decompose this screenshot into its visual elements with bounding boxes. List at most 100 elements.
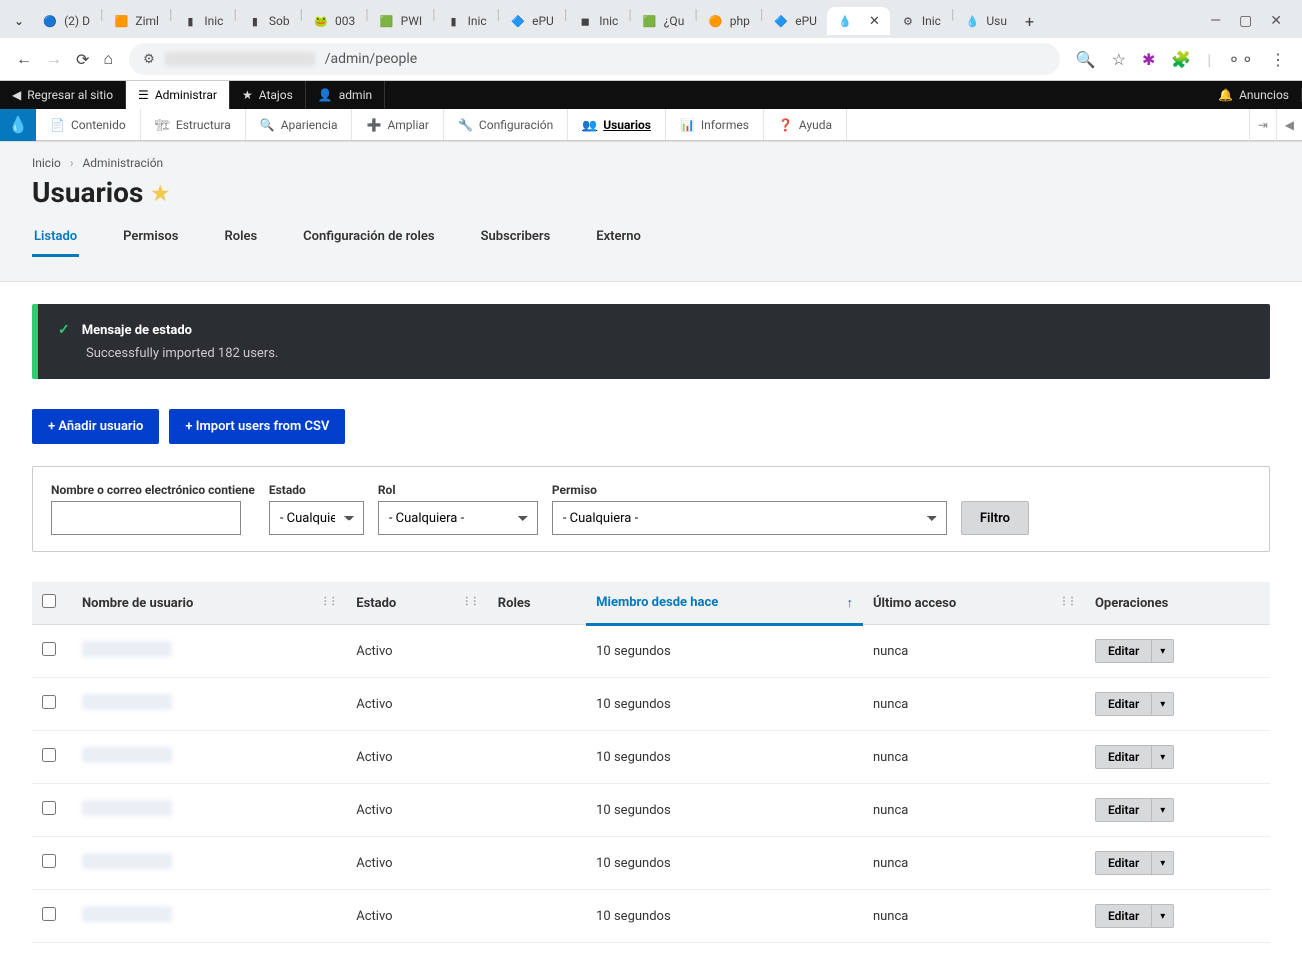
edit-button[interactable]: Editar [1095,745,1152,769]
cell-member-since: 10 segundos [586,731,863,784]
edit-button[interactable]: Editar [1095,904,1152,928]
shortcuts-link[interactable]: ★ Atajos [230,81,306,109]
local-tab[interactable]: Permisos [121,219,180,257]
admin-menu-item[interactable]: 🔧Configuración [444,109,568,140]
cell-status: Activo [346,625,488,678]
username-blurred[interactable] [82,694,172,710]
admin-menu-item[interactable]: ❓Ayuda [764,109,847,140]
username-blurred[interactable] [82,800,172,816]
site-settings-icon[interactable]: ⚙ [143,52,155,67]
local-tab[interactable]: Listado [32,219,79,257]
profile-icon[interactable]: ⚬⚬ [1227,50,1254,69]
edit-dropdown[interactable]: ▾ [1152,692,1174,716]
browser-tab[interactable]: 🔵(2) D [32,7,100,35]
reload-button[interactable]: ⟳ [76,50,89,69]
browser-tab[interactable]: 🟧Ziml [103,7,169,35]
browser-tab[interactable]: 💧Usu [954,7,1017,35]
col-last-access[interactable]: Último acceso⋮⋮ [863,582,1085,625]
close-window-button[interactable]: ✕ [1270,13,1282,29]
edit-dropdown[interactable]: ▾ [1152,639,1174,663]
favorite-star-icon[interactable]: ★ [151,181,169,205]
username-blurred[interactable] [82,747,172,763]
col-status[interactable]: Estado⋮⋮ [346,582,488,625]
breadcrumb-admin[interactable]: Administración [82,156,163,170]
col-member-since[interactable]: Miembro desde hace↑ [586,582,863,625]
back-to-site-link[interactable]: ◀ Regresar al sitio [0,81,126,109]
col-username[interactable]: Nombre de usuario⋮⋮ [72,582,346,625]
browser-tab[interactable]: 🐸003 [303,7,365,35]
filter-button[interactable]: Filtro [961,501,1029,535]
home-button[interactable]: ⌂ [103,49,113,69]
edit-button[interactable]: Editar [1095,798,1152,822]
state-filter-select[interactable]: - Cualquiera - [269,501,364,535]
local-tab[interactable]: Externo [594,219,643,257]
cell-member-since: 10 segundos [586,837,863,890]
admin-menu-item[interactable]: 📄Contenido [36,109,141,140]
browser-tab[interactable]: ▮Inic [436,7,497,35]
menu-collapse-toggle[interactable]: ◀ [1276,109,1302,141]
row-checkbox[interactable] [42,907,56,921]
browser-tab[interactable]: 🔷ePU [500,7,564,35]
url-field[interactable]: ⚙ /admin/people [129,43,1060,75]
user-menu[interactable]: 👤 admin [306,81,385,109]
admin-menu-item[interactable]: 🔍Apariencia [246,109,353,140]
minimize-button[interactable]: — [1210,13,1221,29]
edit-button[interactable]: Editar [1095,851,1152,875]
name-filter-input[interactable] [51,501,241,535]
forward-button[interactable]: → [46,49,62,69]
row-checkbox[interactable] [42,695,56,709]
row-checkbox[interactable] [42,801,56,815]
admin-menu-item[interactable]: ➕Ampliar [352,109,443,140]
admin-menu-item[interactable]: 📊Informes [666,109,764,140]
new-tab-button[interactable]: + [1017,8,1042,35]
menu-icon[interactable]: ⋮ [1270,50,1286,69]
browser-tab[interactable]: 🟠php [698,7,760,35]
tab-dropdown[interactable]: ⌄ [6,14,32,28]
add-user-button[interactable]: + Añadir usuario [32,409,159,444]
menu-item-icon: 📄 [50,118,65,132]
username-blurred[interactable] [82,641,172,657]
drupal-logo[interactable]: 💧 [0,109,36,141]
browser-tab[interactable]: 🟩PWI [369,7,432,35]
edit-button[interactable]: Editar [1095,639,1152,663]
extension-icon-1[interactable]: ✱ [1142,50,1155,69]
menu-orientation-toggle[interactable]: ⇥ [1249,109,1276,141]
zoom-icon[interactable]: 🔍 [1076,50,1096,69]
edit-button[interactable]: Editar [1095,692,1152,716]
announcements-link[interactable]: 🔔 Anuncios [1206,88,1302,102]
admin-menu-item[interactable]: 🏗Estructura [141,109,246,140]
maximize-button[interactable]: ▢ [1239,13,1252,29]
local-tab[interactable]: Subscribers [479,219,553,257]
edit-dropdown[interactable]: ▾ [1152,798,1174,822]
edit-dropdown[interactable]: ▾ [1152,904,1174,928]
local-tab[interactable]: Roles [222,219,259,257]
username-blurred[interactable] [82,906,172,922]
manage-toggle[interactable]: ☰ Administrar [126,81,230,109]
breadcrumb: Inicio › Administración [32,156,1270,170]
admin-menu-item[interactable]: 👥Usuarios [568,109,666,140]
breadcrumb-home[interactable]: Inicio [32,156,61,170]
back-button[interactable]: ← [16,49,32,69]
browser-tab[interactable]: ⚙Inic [890,7,951,35]
browser-tab[interactable]: ◼Inic [567,7,628,35]
import-csv-button[interactable]: + Import users from CSV [169,409,345,444]
browser-tab[interactable]: 🔷ePU [763,7,827,35]
select-all-checkbox[interactable] [42,594,56,608]
back-arrow-icon: ◀ [12,88,21,102]
perm-filter-select[interactable]: - Cualquiera - [552,501,947,535]
row-checkbox[interactable] [42,854,56,868]
browser-tab[interactable]: ▮Inic [172,7,233,35]
extensions-icon[interactable]: 🧩 [1171,50,1191,69]
local-tab[interactable]: Configuración de roles [301,219,436,257]
row-checkbox[interactable] [42,642,56,656]
browser-tab[interactable]: 🟩¿Qu [632,7,695,35]
edit-dropdown[interactable]: ▾ [1152,745,1174,769]
browser-tab[interactable]: ▮Sob [237,7,300,35]
close-tab-icon[interactable]: ✕ [869,14,880,29]
row-checkbox[interactable] [42,748,56,762]
edit-dropdown[interactable]: ▾ [1152,851,1174,875]
browser-tab[interactable]: 💧✕ [827,7,890,35]
role-filter-select[interactable]: - Cualquiera - [378,501,538,535]
username-blurred[interactable] [82,853,172,869]
bookmark-star-icon[interactable]: ☆ [1112,50,1126,69]
